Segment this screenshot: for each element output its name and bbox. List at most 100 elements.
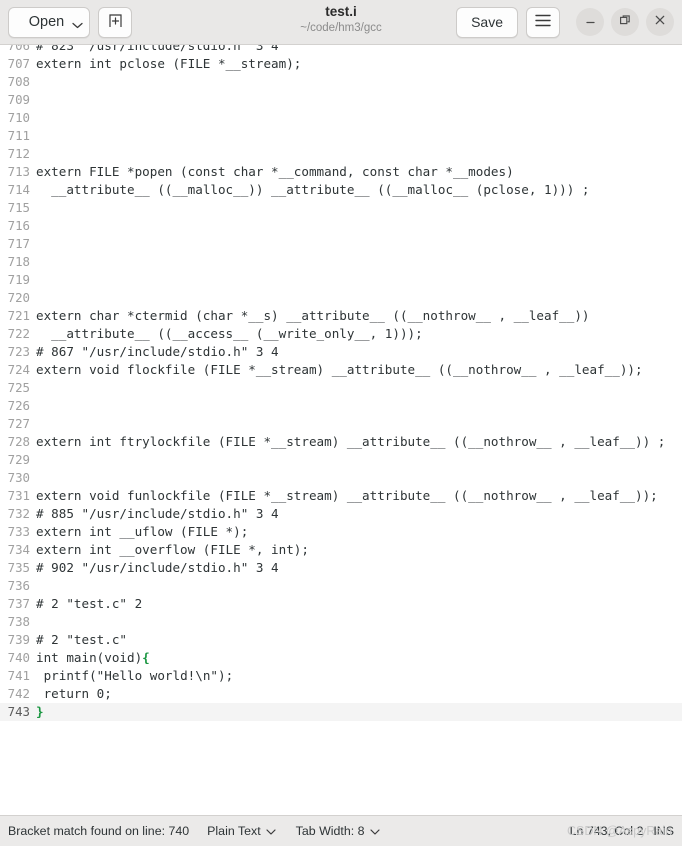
code-line-row[interactable]: 716 [0,217,682,235]
code-line-row[interactable]: 717 [0,235,682,253]
minimize-icon [585,13,596,31]
insert-mode-label: INS [653,824,674,838]
line-number: 722 [7,326,30,341]
line-number: 725 [7,380,30,395]
line-number: 730 [7,470,30,485]
code-line-text: extern int __uflow (FILE *); [36,524,249,539]
minimize-button[interactable] [576,8,604,36]
code-line-row[interactable]: 728 extern int ftrylockfile (FILE *__stre… [0,433,682,451]
line-number: 740 [7,650,30,665]
line-number: 718 [7,254,30,269]
code-line-row[interactable]: 741 printf("Hello world!\n"); [0,667,682,685]
line-number: 709 [7,92,30,107]
code-line-row[interactable]: 709 [0,91,682,109]
code-line-row[interactable]: 723 # 867 "/usr/include/stdio.h" 3 4 [0,343,682,361]
cursor-position-label[interactable]: Ln 743, Col 2 [570,824,644,838]
code-editor-area[interactable]: 706 # 823 "/usr/include/stdio.h" 3 4 707 ex… [0,45,682,815]
save-button[interactable]: Save [456,6,518,38]
window-titlebar: Open test.i ~/code/hm3/gcc Save [0,0,682,45]
matched-bracket: { [142,650,150,665]
code-line-row[interactable]: 737 # 2 "test.c" 2 [0,595,682,613]
line-number: 713 [7,164,30,179]
tab-width-dropdown[interactable]: Tab Width: 8 [296,824,380,838]
code-line-row[interactable]: 721 extern char *ctermid (char *__s) __at… [0,307,682,325]
code-line-row[interactable]: 713 extern FILE *popen (const char *__com… [0,163,682,181]
code-line-row[interactable]: 738 [0,613,682,631]
line-number: 743 [7,704,30,719]
hamburger-menu-icon [535,14,551,30]
code-line-row[interactable]: 739 # 2 "test.c" [0,631,682,649]
code-line-text: # 885 "/usr/include/stdio.h" 3 4 [36,506,279,521]
close-button[interactable] [646,8,674,36]
code-line-row[interactable]: 712 [0,145,682,163]
code-line-row[interactable]: 740 int main(void){ [0,649,682,667]
code-line-row[interactable]: 718 [0,253,682,271]
line-number: 723 [7,344,30,359]
code-line-text: # 2 "test.c" 2 [36,596,143,611]
code-line-row[interactable]: 722 __attribute__ ((__access__ (__write_… [0,325,682,343]
line-number: 714 [7,182,30,197]
window-controls [576,8,674,36]
line-number: 735 [7,560,30,575]
code-line-row[interactable]: 707 extern int pclose (FILE *__stream); [0,55,682,73]
code-line-text: extern void flockfile (FILE *__stream) _… [36,362,643,377]
code-line-row[interactable]: 706 # 823 "/usr/include/stdio.h" 3 4 [0,45,682,55]
code-line-row[interactable]: 711 [0,127,682,145]
line-number: 737 [7,596,30,611]
code-line-text: int main(void){ [36,650,150,665]
new-document-icon-button[interactable] [98,6,132,38]
code-line-row[interactable]: 710 [0,109,682,127]
code-line-row[interactable]: 719 [0,271,682,289]
line-number: 724 [7,362,30,377]
line-number: 732 [7,506,30,521]
code-line-row[interactable]: 708 [0,73,682,91]
code-line-row[interactable]: 734 extern int __overflow (FILE *, int); [0,541,682,559]
code-line-row[interactable]: 733 extern int __uflow (FILE *); [0,523,682,541]
code-line-text: # 867 "/usr/include/stdio.h" 3 4 [36,344,279,359]
code-line-text: } [30,703,682,721]
line-number: 707 [7,56,30,71]
code-line-row[interactable]: 727 [0,415,682,433]
line-number: 706 [7,45,30,53]
line-number: 728 [7,434,30,449]
language-mode-label: Plain Text [207,824,261,838]
line-number: 716 [7,218,30,233]
line-number: 727 [7,416,30,431]
code-line-row[interactable]: 735 # 902 "/usr/include/stdio.h" 3 4 [0,559,682,577]
maximize-button[interactable] [611,8,639,36]
matched-bracket: } [36,704,44,719]
hamburger-menu-button[interactable] [526,6,560,38]
code-line-text: __attribute__ ((__malloc__)) __attribute… [36,182,590,197]
code-line-text: extern void funlockfile (FILE *__stream)… [36,488,658,503]
code-line-row[interactable]: 732 # 885 "/usr/include/stdio.h" 3 4 [0,505,682,523]
new-document-icon [108,13,123,32]
chevron-down-icon [369,824,380,838]
code-line-row[interactable]: 742 return 0; [0,685,682,703]
line-number: 729 [7,452,30,467]
code-line-row[interactable]: 720 [0,289,682,307]
open-button[interactable]: Open [8,6,90,38]
line-number: 708 [7,74,30,89]
code-line-row[interactable]: 731 extern void funlockfile (FILE *__stre… [0,487,682,505]
line-number: 710 [7,110,30,125]
line-number: 717 [7,236,30,251]
language-mode-dropdown[interactable]: Plain Text [207,824,276,838]
line-number: 733 [7,524,30,539]
code-line-row[interactable]: 714 __attribute__ ((__malloc__)) __attri… [0,181,682,199]
line-number: 720 [7,290,30,305]
code-line-row[interactable]: 743} [0,703,682,721]
code-line-row[interactable]: 736 [0,577,682,595]
code-line-row[interactable]: 715 [0,199,682,217]
code-line-text: extern int __overflow (FILE *, int); [36,542,309,557]
code-line-row[interactable]: 724 extern void flockfile (FILE *__stream… [0,361,682,379]
code-line-row[interactable]: 725 [0,379,682,397]
line-number: 712 [7,146,30,161]
line-number: 726 [7,398,30,413]
code-line-row[interactable]: 729 [0,451,682,469]
code-line-row[interactable]: 730 [0,469,682,487]
code-line-text: __attribute__ ((__access__ (__write_only… [36,326,423,341]
code-line-row[interactable]: 726 [0,397,682,415]
code-line-text: return 0; [36,686,112,701]
open-button-label: Open [28,14,65,30]
code-line-text: extern FILE *popen (const char *__comman… [36,164,514,179]
